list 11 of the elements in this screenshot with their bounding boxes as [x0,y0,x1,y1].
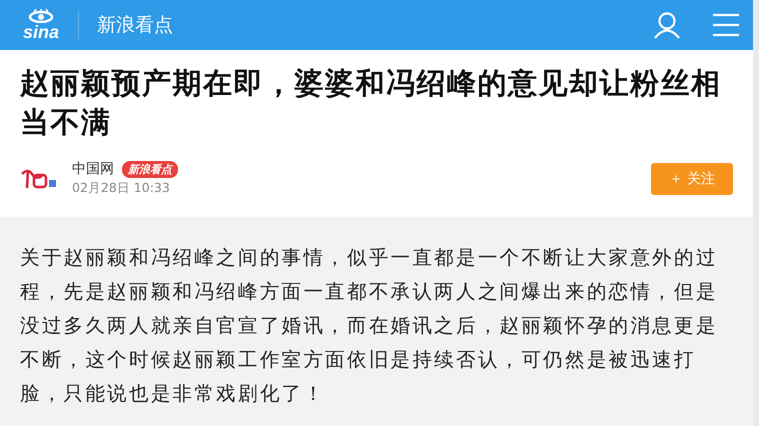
publish-time: 02月28日 10:33 [72,180,171,197]
eye-logo-icon [28,9,54,23]
source-name[interactable]: 中国网 [72,160,114,178]
follow-button[interactable]: ＋ 关注 [651,162,733,194]
article-title: 赵丽颖预产期在即，婆婆和冯绍峰的意见却让粉丝相当不满 [20,65,722,141]
menu-icon[interactable] [713,13,739,37]
user-icon[interactable] [653,11,681,39]
channel-badge: 新浪看点 [122,160,178,178]
channel-title: 新浪看点 [97,13,173,38]
site-logo[interactable]: sina [22,23,60,41]
article-paragraph: 关于赵丽颖和冯绍峰之间的事情，似乎一直都是一个不断让大家意外的过程，先是赵丽颖和冯绍峰方面一直都不承认两人之间爆出来的恋情，但是没过多久两人就亲自官宣了婚讯，而在婚讯之后，赵丽颖怀孕的消息更是不断，这个时候赵丽颖工作室方面依旧是持续否认，可仍然是被迅速打脸，只能说也是非常戏剧化了！ [19,245,719,407]
